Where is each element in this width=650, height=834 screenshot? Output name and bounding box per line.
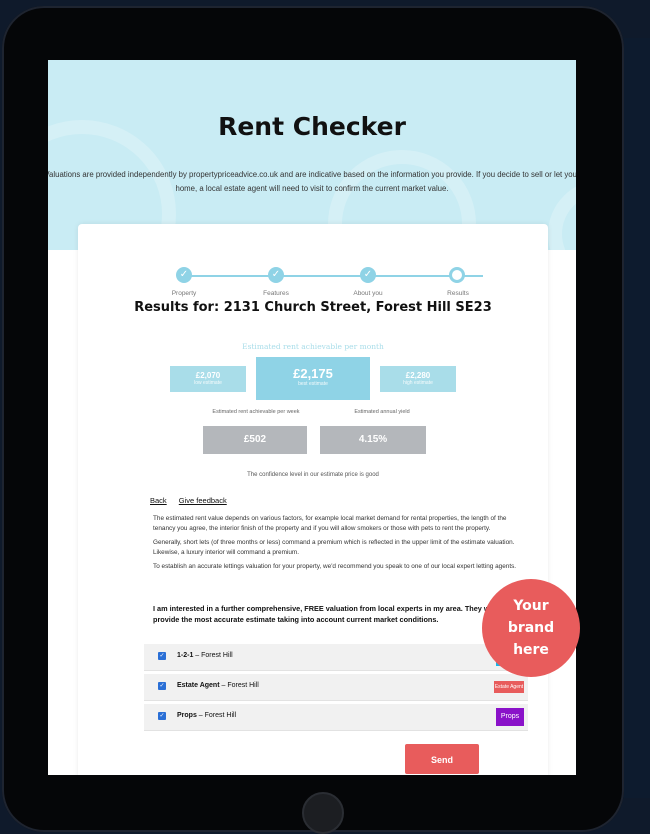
info-paragraph: The estimated rent value depends on vari…	[153, 515, 507, 532]
step-dot-features[interactable]: ✓	[268, 267, 284, 283]
agent-checkbox[interactable]: ✓	[158, 712, 166, 720]
badge-line: brand	[507, 620, 555, 636]
agent-row[interactable]: ✓ Props – Forest Hill Props	[144, 704, 528, 731]
hero-banner: Rent Checker Valuations are provided ind…	[48, 60, 576, 250]
step-dot-property[interactable]: ✓	[176, 267, 192, 283]
low-estimate-box: £2,070 low estimate	[170, 366, 246, 392]
step-dot-about-you[interactable]: ✓	[360, 267, 376, 283]
estimate-heading: Estimated rent achievable per month	[242, 342, 384, 351]
home-button[interactable]	[302, 792, 344, 834]
tablet-screen: Rent Checker Valuations are provided ind…	[48, 60, 576, 775]
step-label-about-you: About you	[353, 290, 383, 297]
progress-stepper: ✓ ✓ ✓ Property Features About you Result…	[78, 246, 548, 297]
badge-line: Your	[513, 598, 549, 614]
high-estimate-label: high estimate	[403, 380, 433, 386]
page-title: Rent Checker	[218, 112, 406, 141]
badge-line: here	[513, 642, 549, 658]
back-link[interactable]: Back	[150, 496, 167, 505]
agent-logo: Estate Agent	[494, 681, 524, 693]
step-label-results: Results	[447, 290, 469, 297]
agent-row[interactable]: ✓ Estate Agent – Forest Hill Estate Agen…	[144, 674, 528, 701]
low-estimate-label: low estimate	[194, 380, 222, 386]
nav-links: Back Give feedback	[150, 496, 237, 505]
step-label-features: Features	[263, 290, 289, 297]
info-paragraph: To establish an accurate lettings valuat…	[153, 563, 517, 570]
agent-logo: Props	[496, 708, 524, 726]
stepper-line	[183, 275, 483, 277]
disclaimer-text: Valuations are provided independently by…	[48, 170, 576, 193]
best-estimate-label: best estimate	[298, 381, 328, 387]
high-estimate-box: £2,280 high estimate	[380, 366, 456, 392]
agent-name: Estate Agent – Forest Hill	[177, 682, 259, 689]
confidence-text: The confidence level in our estimate pri…	[247, 472, 379, 478]
high-estimate-value: £2,280	[405, 371, 431, 380]
weekly-rent-label: Estimated rent achievable per week	[212, 409, 300, 415]
weekly-rent-box: £502	[203, 426, 307, 454]
step-label-property: Property	[171, 290, 197, 297]
best-estimate-value: £2,175	[293, 366, 333, 381]
agent-row[interactable]: ✓ 1-2-1 – Forest Hill 1-2-1	[144, 644, 528, 671]
step-dot-results	[449, 267, 465, 283]
low-estimate-value: £2,070	[195, 371, 221, 380]
annual-yield-label: Estimated annual yield	[354, 409, 410, 415]
give-feedback-link[interactable]: Give feedback	[179, 496, 227, 505]
valuation-interest-text: I am interested in a further comprehensi…	[153, 604, 496, 624]
annual-yield-value: 4.15%	[358, 434, 388, 445]
info-text: The estimated rent value depends on vari…	[153, 514, 523, 576]
info-paragraph: Generally, short lets (of three months o…	[153, 539, 515, 556]
best-estimate-box: £2,175 best estimate	[256, 357, 370, 400]
agent-checkbox[interactable]: ✓	[158, 652, 166, 660]
agent-name: 1-2-1 – Forest Hill	[177, 652, 233, 659]
results-title: Results for: 2131 Church Street, Forest …	[134, 300, 492, 315]
brand-badge: Your brand here	[482, 579, 580, 677]
agent-checkbox[interactable]: ✓	[158, 682, 166, 690]
send-button[interactable]: Send	[405, 744, 479, 774]
agent-name: Props – Forest Hill	[177, 712, 237, 719]
weekly-rent-value: £502	[243, 434, 267, 445]
annual-yield-box: 4.15%	[320, 426, 426, 454]
